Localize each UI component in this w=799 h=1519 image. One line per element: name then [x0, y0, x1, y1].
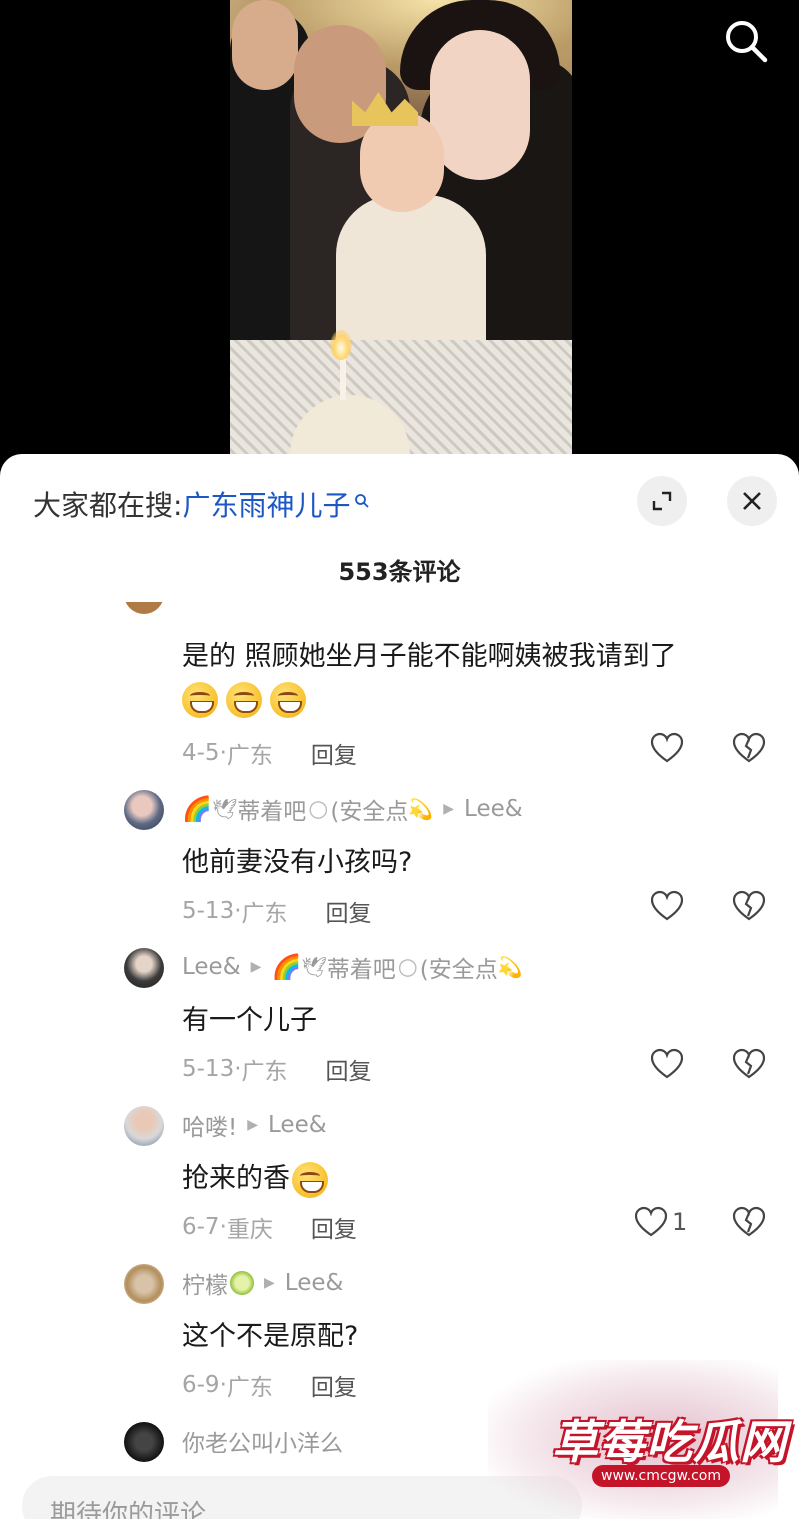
video-player[interactable]	[0, 0, 799, 470]
comment-text: 你老公叫小洋么	[182, 1431, 343, 1457]
emoji-row	[182, 682, 314, 718]
reply-to-author[interactable]: 蒂着吧	[327, 950, 396, 984]
avatar[interactable]	[124, 790, 164, 830]
rainbow-emoji: 🌈	[182, 795, 212, 823]
comment-author[interactable]: 蒂着吧	[237, 792, 306, 826]
dove-emoji: 🕊	[301, 955, 327, 979]
comment-text: 有一个儿子	[182, 1005, 317, 1036]
comment-preview: 你老公叫小洋么	[182, 1424, 343, 1458]
reply-button[interactable]: 回复	[326, 894, 372, 928]
search-icon[interactable]	[721, 16, 771, 66]
broken-heart-icon	[732, 1206, 766, 1237]
comment-author[interactable]: 柠檬	[182, 1266, 228, 1300]
comment-author-line: 柠檬 ▶ Lee&	[182, 1266, 343, 1300]
shooting-star-emoji: 💫	[497, 955, 523, 979]
comment-meta: 4-5 · 广东 回复	[182, 736, 357, 770]
comment-text-body: 抢来的香	[182, 1163, 290, 1194]
like-button[interactable]: 1	[634, 1206, 687, 1238]
expand-button[interactable]	[637, 476, 687, 526]
like-button[interactable]	[650, 890, 684, 922]
comment-text: 抢来的香	[182, 1156, 336, 1198]
watermark-url: www.cmcgw.com	[592, 1465, 730, 1487]
shooting-star-emoji: 💫	[408, 797, 434, 821]
dislike-button[interactable]	[732, 890, 766, 926]
comment-author[interactable]: Lee&	[182, 954, 241, 980]
comment-meta: 6-9 · 广东 回复	[182, 1368, 357, 1402]
search-suggestion-prefix: 大家都在搜:	[33, 489, 183, 522]
comment-list[interactable]: 是的 照顾她坐月子能不能啊姨被我请到了 4-5 · 广东 回复 🌈 🕊 蒂着吧 ○ (安全…	[0, 602, 799, 1462]
comment-meta: 5-13 · 广东 回复	[182, 894, 372, 928]
reply-button[interactable]: 回复	[326, 1052, 372, 1086]
comment-date: 5-13	[182, 1056, 235, 1082]
dislike-button[interactable]	[732, 1206, 766, 1242]
dislike-button[interactable]	[732, 1048, 766, 1084]
reply-button[interactable]: 回复	[311, 1368, 357, 1402]
heart-icon	[650, 732, 684, 763]
heart-icon	[650, 1048, 684, 1079]
dislike-button[interactable]	[732, 732, 766, 768]
heart-icon	[650, 890, 684, 921]
watermark-title: 草莓吃瓜网	[552, 1415, 787, 1469]
comment-author-suffix: (安全点	[330, 799, 409, 825]
close-button[interactable]	[727, 476, 777, 526]
video-frame	[230, 0, 572, 460]
comment-location: 广东	[226, 743, 273, 769]
comment-date: 4-5	[182, 740, 220, 766]
comment-date: 5-13	[182, 898, 235, 924]
comment-meta: 6-7 · 重庆 回复	[182, 1210, 357, 1244]
comment-location: 广东	[241, 1059, 288, 1085]
reply-to-author-suffix: (安全点	[419, 957, 498, 983]
comment-count: 553条评论	[338, 558, 461, 586]
avatar[interactable]	[124, 948, 164, 988]
like-button[interactable]	[650, 1048, 684, 1080]
comment-author-line: 哈喽! ▶ Lee&	[182, 1108, 327, 1142]
grin-sweat-emoji	[226, 682, 262, 718]
rainbow-emoji: 🌈	[271, 953, 302, 981]
grin-emoji	[292, 1161, 328, 1198]
comment-meta: 5-13 · 广东 回复	[182, 1052, 372, 1086]
close-icon	[743, 492, 761, 510]
broken-heart-icon	[732, 890, 766, 921]
avatar[interactable]	[124, 1106, 164, 1146]
reply-arrow-icon: ▶	[264, 1275, 275, 1291]
avatar[interactable]	[124, 1422, 164, 1462]
comment-author-line: Lee& ▶ 🌈 🕊 蒂着吧 ○ (安全点 💫	[182, 950, 523, 984]
comment-text: 是的 照顾她坐月子能不能啊姨被我请到了	[182, 641, 677, 672]
grin-sweat-emoji	[182, 682, 218, 718]
avatar[interactable]	[124, 1264, 164, 1304]
broken-heart-icon	[732, 732, 766, 763]
search-mini-icon	[354, 483, 370, 516]
comment-text: 他前妻没有小孩吗?	[182, 847, 413, 878]
dove-emoji: 🕊	[211, 797, 238, 821]
reply-to-author[interactable]: Lee&	[268, 1112, 327, 1138]
lime-emoji	[230, 1271, 254, 1295]
comment-location: 广东	[241, 901, 288, 927]
comment-date: 6-9	[182, 1372, 220, 1398]
reply-arrow-icon: ▶	[247, 1117, 259, 1133]
comment-text: 这个不是原配?	[182, 1321, 359, 1352]
search-suggestion-term[interactable]: 广东雨神儿子	[182, 484, 350, 524]
like-button[interactable]	[650, 732, 684, 764]
comment-date: 6-7	[182, 1214, 220, 1240]
reply-arrow-icon: ▶	[443, 801, 455, 817]
expand-icon	[652, 491, 672, 511]
reply-arrow-icon: ▶	[250, 959, 262, 975]
broken-heart-icon	[732, 1048, 766, 1079]
like-count: 1	[672, 1208, 688, 1236]
grin-sweat-emoji	[270, 682, 306, 718]
reply-button[interactable]: 回复	[311, 1210, 357, 1244]
comment-location: 重庆	[226, 1217, 273, 1243]
comment-location: 广东	[226, 1375, 273, 1401]
comment-author[interactable]: 哈喽!	[182, 1108, 237, 1142]
reply-to-author[interactable]: Lee&	[464, 796, 523, 822]
search-suggestion[interactable]: 大家都在搜: 广东雨神儿子	[33, 484, 370, 524]
reply-to-author[interactable]: Lee&	[285, 1270, 344, 1296]
comment-author-line: 🌈 🕊 蒂着吧 ○ (安全点 💫 ▶ Lee&	[182, 792, 523, 826]
reply-button[interactable]: 回复	[311, 736, 357, 770]
heart-icon	[634, 1206, 668, 1237]
avatar[interactable]	[124, 602, 164, 614]
